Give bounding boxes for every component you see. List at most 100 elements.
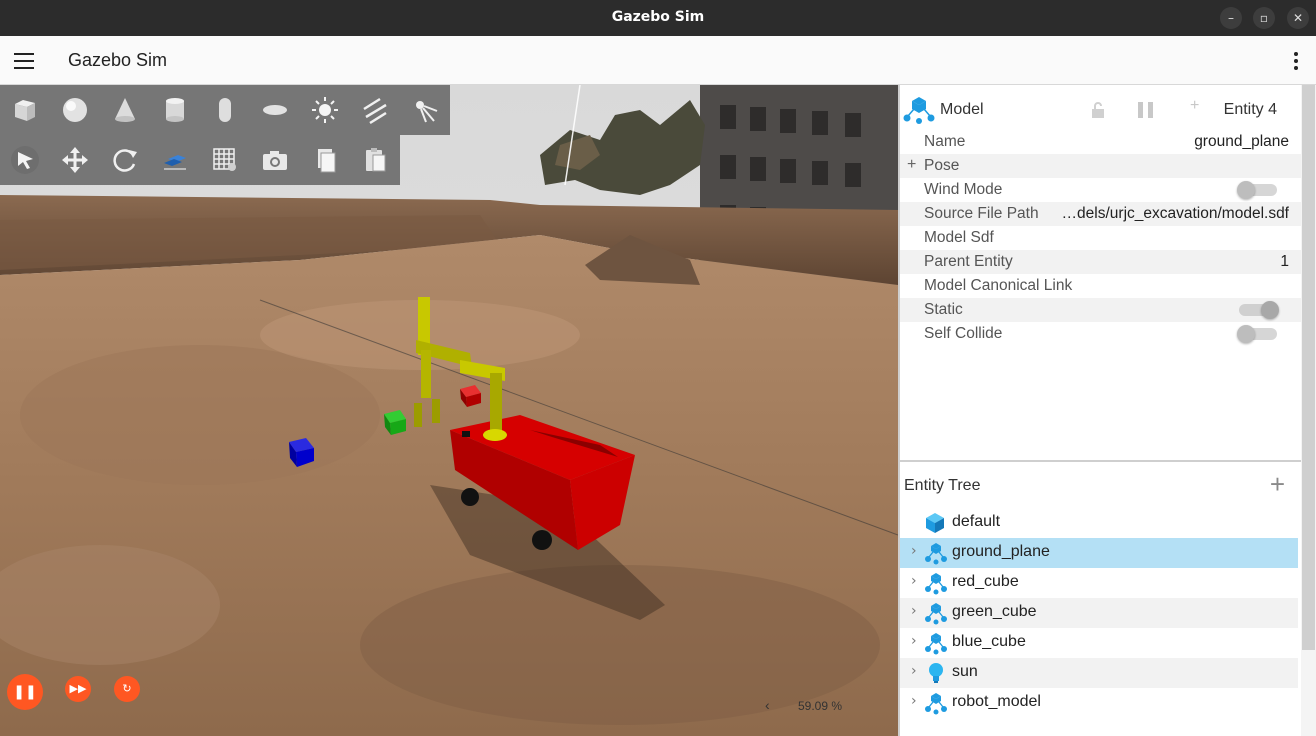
cylinder-icon[interactable] bbox=[150, 85, 200, 135]
prop-value: 1 bbox=[1280, 253, 1289, 270]
hamburger-icon[interactable] bbox=[14, 53, 34, 69]
box-icon[interactable] bbox=[0, 85, 50, 135]
inspector-type-label: Model bbox=[940, 101, 984, 118]
prop-row-canonical-link: Model Canonical Link bbox=[900, 274, 1301, 298]
window-titlebar: Gazebo Sim – ▫ ✕ bbox=[0, 0, 1316, 36]
prop-key: Static bbox=[924, 301, 963, 318]
rotate-icon[interactable] bbox=[100, 135, 150, 185]
tree-item-label: blue_cube bbox=[952, 633, 1026, 650]
screenshot-camera-icon[interactable] bbox=[250, 135, 300, 185]
self-collide-toggle[interactable] bbox=[1237, 325, 1277, 343]
tree-item-sun[interactable]: › sun bbox=[900, 658, 1298, 688]
prop-key: Parent Entity bbox=[924, 253, 1013, 270]
expand-chevron-icon[interactable]: › bbox=[911, 543, 917, 559]
pause-updates-icon[interactable] bbox=[1137, 102, 1155, 123]
entity-id-label: Entity 4 bbox=[1223, 101, 1277, 118]
prop-row-pose[interactable]: + Pose bbox=[900, 154, 1301, 178]
expand-chevron-icon[interactable]: › bbox=[911, 693, 917, 709]
light-bulb-icon bbox=[924, 661, 948, 690]
prop-key: Pose bbox=[924, 157, 960, 174]
prop-value: ground_plane bbox=[1194, 133, 1289, 150]
prop-key: Model Sdf bbox=[924, 229, 994, 246]
maximize-button[interactable]: ▫ bbox=[1253, 7, 1275, 29]
app-bar: Gazebo Sim bbox=[0, 36, 1316, 85]
model-icon bbox=[924, 691, 948, 720]
directional-light-icon[interactable] bbox=[350, 85, 400, 135]
inspector-header: Model + Entity 4 bbox=[900, 85, 1301, 133]
tree-item-label: sun bbox=[952, 663, 978, 680]
close-button[interactable]: ✕ bbox=[1287, 7, 1309, 29]
entity-tree-header: Entity Tree + bbox=[900, 462, 1301, 508]
select-arrow-icon[interactable] bbox=[0, 135, 50, 185]
model-icon bbox=[902, 94, 936, 129]
lock-icon[interactable] bbox=[1090, 101, 1106, 124]
tree-item-robot-model[interactable]: › robot_model bbox=[900, 688, 1298, 718]
prop-key: Self Collide bbox=[924, 325, 1003, 342]
model-icon bbox=[924, 571, 948, 600]
expand-chevron-icon[interactable]: › bbox=[911, 633, 917, 649]
prop-key: Model Canonical Link bbox=[924, 277, 1073, 294]
step-forward-button[interactable]: ▶▶ bbox=[65, 676, 91, 702]
minimize-button[interactable]: – bbox=[1220, 7, 1242, 29]
prop-row-model-sdf: Model Sdf bbox=[900, 226, 1301, 250]
component-inspector: Model + Entity 4 Name ground_plane + Pos… bbox=[900, 85, 1301, 460]
collapse-stats-chevron-icon[interactable]: ‹ bbox=[765, 697, 770, 713]
grid-snap-icon[interactable] bbox=[200, 135, 250, 185]
tree-item-default[interactable]: default bbox=[900, 508, 1298, 538]
shapes-toolbar bbox=[0, 85, 450, 135]
pause-button[interactable]: ❚❚ bbox=[7, 674, 43, 710]
paste-icon[interactable] bbox=[350, 135, 400, 185]
add-entity-button[interactable]: + bbox=[1270, 471, 1285, 497]
prop-row-parent-entity: Parent Entity 1 bbox=[900, 250, 1301, 274]
translate-icon[interactable] bbox=[50, 135, 100, 185]
app-title: Gazebo Sim bbox=[68, 50, 168, 70]
tree-item-red-cube[interactable]: › red_cube bbox=[900, 568, 1298, 598]
tree-item-blue-cube[interactable]: › blue_cube bbox=[900, 628, 1298, 658]
prop-value: …dels/urjc_excavation/model.sdf bbox=[1061, 205, 1289, 222]
prop-key: Name bbox=[924, 133, 966, 150]
expand-plus-icon[interactable]: + bbox=[907, 156, 916, 174]
world-cube-icon bbox=[924, 511, 946, 540]
expand-chevron-icon[interactable]: › bbox=[911, 573, 917, 589]
transform-toolbar bbox=[0, 135, 400, 185]
prop-row-self-collide: Self Collide bbox=[900, 322, 1301, 346]
tree-item-label: green_cube bbox=[952, 603, 1037, 620]
prop-row-static: Static bbox=[900, 298, 1301, 322]
static-toggle[interactable] bbox=[1239, 301, 1279, 319]
tree-item-label: ground_plane bbox=[952, 543, 1050, 560]
tree-item-ground-plane[interactable]: › ground_plane bbox=[900, 538, 1298, 568]
model-icon bbox=[924, 601, 948, 630]
right-panel-scrollbar[interactable] bbox=[1301, 85, 1316, 736]
prop-key: Wind Mode bbox=[924, 181, 1003, 198]
model-icon bbox=[924, 541, 948, 570]
scene-3d-viewport[interactable]: ❚❚ ▶▶ ↻ ‹ 59.09 % bbox=[0, 85, 898, 736]
cone-icon[interactable] bbox=[100, 85, 150, 135]
scrollbar-thumb[interactable] bbox=[1302, 85, 1315, 650]
prop-key: Source File Path bbox=[924, 205, 1039, 222]
tree-item-label: red_cube bbox=[952, 573, 1019, 590]
expand-chevron-icon[interactable]: › bbox=[911, 603, 917, 619]
prop-row-source-file: Source File Path …dels/urjc_excavation/m… bbox=[900, 202, 1301, 226]
window-title: Gazebo Sim bbox=[611, 9, 705, 25]
tree-item-label: robot_model bbox=[952, 693, 1041, 710]
wind-mode-toggle[interactable] bbox=[1237, 181, 1277, 199]
sphere-icon[interactable] bbox=[50, 85, 100, 135]
entity-tree-title: Entity Tree bbox=[904, 477, 981, 494]
real-time-factor-value: 59.09 % bbox=[798, 699, 843, 713]
prop-row-name: Name ground_plane bbox=[900, 130, 1301, 154]
model-icon bbox=[924, 631, 948, 660]
add-component-button[interactable]: + bbox=[1190, 97, 1199, 115]
entity-tree: Entity Tree + default › ground_plane › r… bbox=[900, 462, 1301, 736]
ellipsoid-icon[interactable] bbox=[250, 85, 300, 135]
prop-row-wind-mode: Wind Mode bbox=[900, 178, 1301, 202]
expand-chevron-icon[interactable]: › bbox=[911, 663, 917, 679]
kebab-icon[interactable] bbox=[1294, 52, 1298, 70]
sun-icon[interactable] bbox=[300, 85, 350, 135]
spot-light-icon[interactable] bbox=[400, 85, 450, 135]
tree-item-green-cube[interactable]: › green_cube bbox=[900, 598, 1298, 628]
capsule-icon[interactable] bbox=[200, 85, 250, 135]
reset-button[interactable]: ↻ bbox=[114, 676, 140, 702]
copy-icon[interactable] bbox=[300, 135, 350, 185]
align-icon[interactable] bbox=[150, 135, 200, 185]
tree-item-label: default bbox=[952, 513, 1001, 530]
